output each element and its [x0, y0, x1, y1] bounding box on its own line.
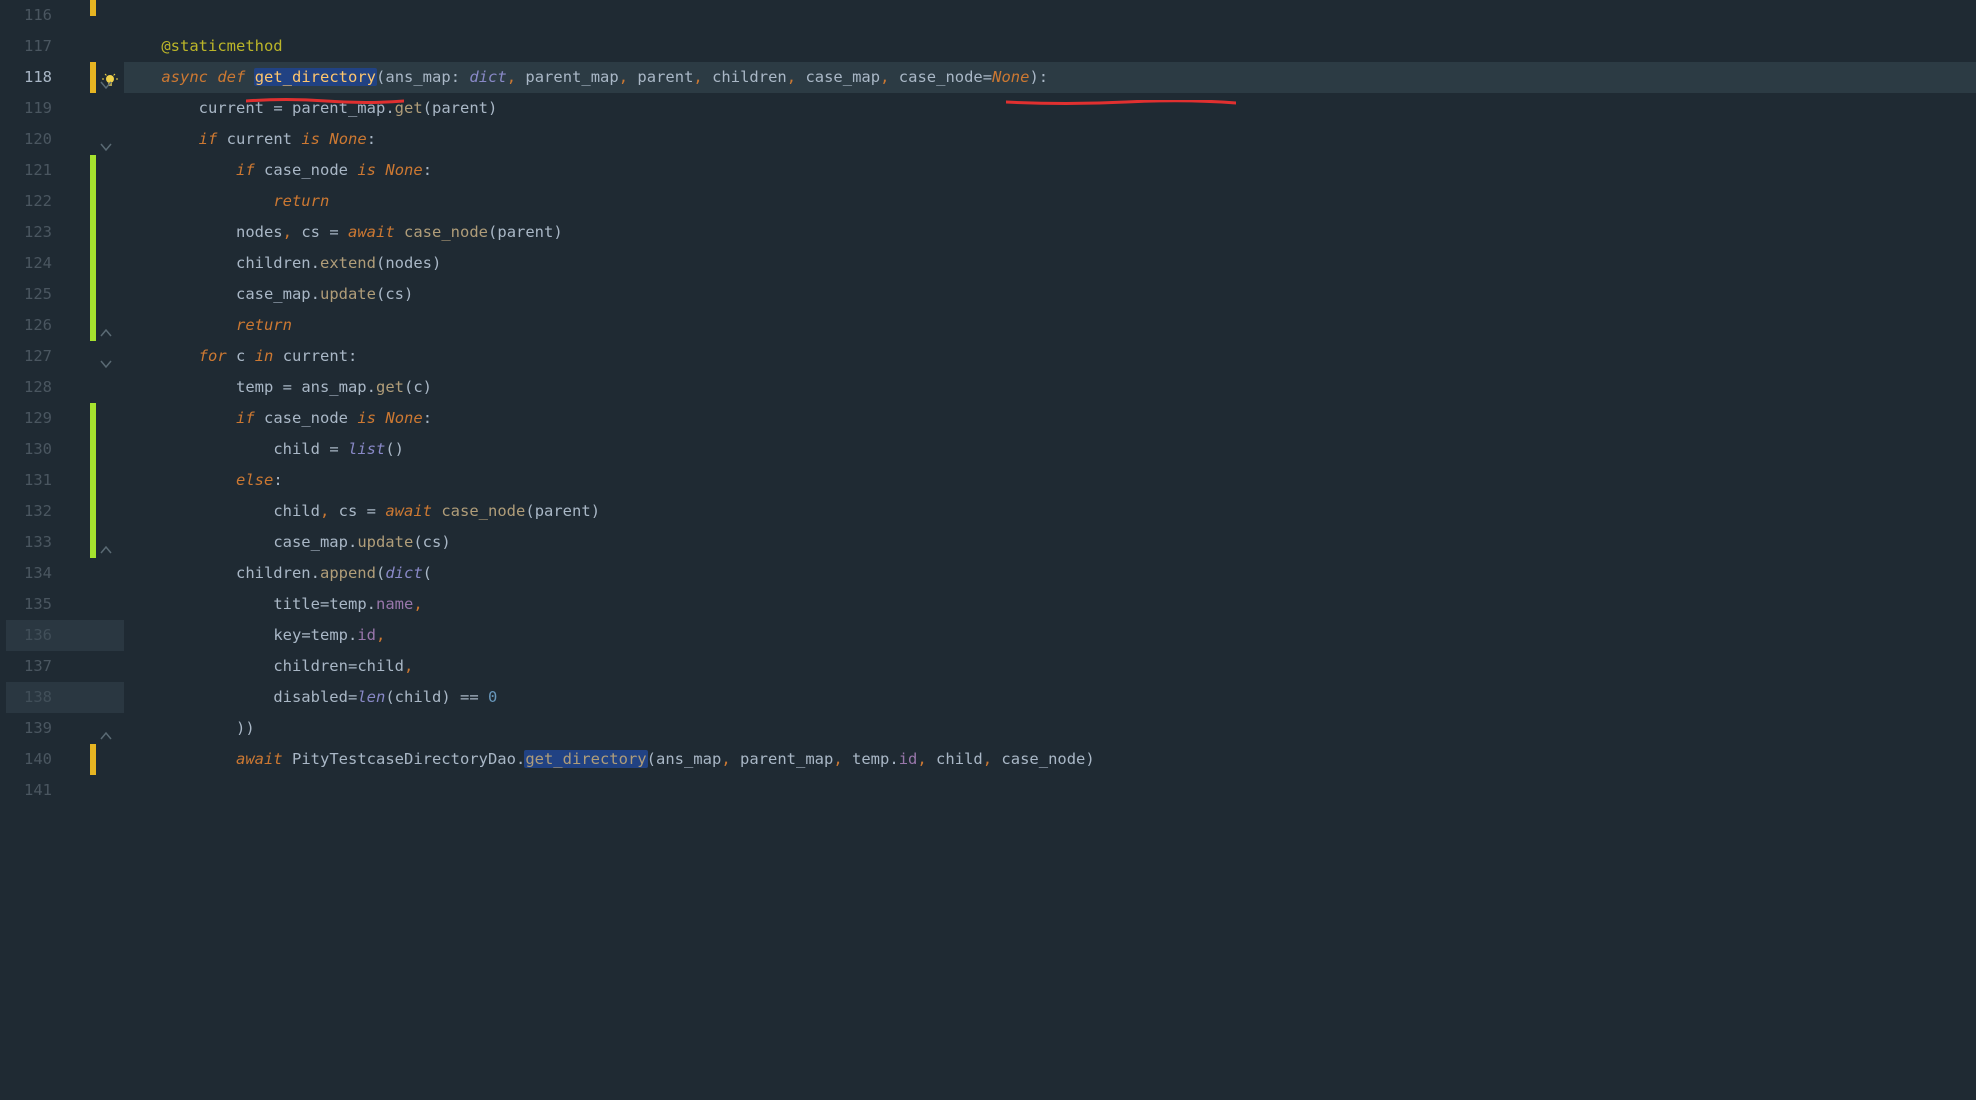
line-number[interactable]: 135 [0, 589, 52, 620]
line-number[interactable]: 117 [0, 31, 52, 62]
code-line[interactable]: @staticmethod [124, 31, 1976, 62]
code-line[interactable]: child, cs = await case_node(parent) [124, 496, 1976, 527]
code-line[interactable]: children=child, [124, 651, 1976, 682]
change-marker [90, 403, 96, 434]
change-marker [90, 155, 96, 186]
fold-up-icon[interactable] [100, 319, 112, 331]
code-line[interactable]: case_map.update(cs) [124, 279, 1976, 310]
line-number[interactable]: 141 [0, 775, 52, 806]
code-line[interactable]: for c in current: [124, 341, 1976, 372]
gutter: 116 117 118 119 120 121 122 123 124 125 … [0, 0, 118, 1100]
line-numbers: 116 117 118 119 120 121 122 123 124 125 … [0, 0, 62, 1100]
line-number[interactable]: 126 [0, 310, 52, 341]
line-highlight [6, 682, 124, 713]
line-number[interactable]: 137 [0, 651, 52, 682]
line-number[interactable]: 134 [0, 558, 52, 589]
fold-down-icon[interactable] [100, 350, 112, 362]
function-name: get_directory [254, 68, 377, 86]
code-line[interactable]: nodes, cs = await case_node(parent) [124, 217, 1976, 248]
code-line[interactable]: if case_node is None: [124, 155, 1976, 186]
code-area[interactable]: @staticmethod async def get_directory(an… [118, 0, 1976, 1100]
fold-up-icon[interactable] [100, 722, 112, 734]
code-line[interactable]: else: [124, 465, 1976, 496]
change-marker [90, 465, 96, 496]
line-number[interactable]: 122 [0, 186, 52, 217]
code-line[interactable]: temp = ans_map.get(c) [124, 372, 1976, 403]
gutter-markers [62, 0, 118, 1100]
change-marker [90, 248, 96, 279]
line-number[interactable]: 140 [0, 744, 52, 775]
fold-down-icon[interactable] [100, 71, 112, 83]
fold-down-icon[interactable] [100, 133, 112, 145]
code-line[interactable]: current = parent_map.get(parent) [124, 93, 1976, 124]
line-number[interactable]: 116 [0, 0, 52, 31]
change-marker [90, 744, 96, 775]
line-number[interactable]: 127 [0, 341, 52, 372]
code-editor: 116 117 118 119 120 121 122 123 124 125 … [0, 0, 1976, 1100]
code-line[interactable]: title=temp.name, [124, 589, 1976, 620]
line-number[interactable]: 118 [0, 62, 52, 93]
code-line[interactable]: child = list() [124, 434, 1976, 465]
change-marker [90, 279, 96, 310]
code-line[interactable]: if current is None: [124, 124, 1976, 155]
code-line[interactable]: return [124, 310, 1976, 341]
line-number[interactable]: 131 [0, 465, 52, 496]
line-number[interactable]: 125 [0, 279, 52, 310]
line-number[interactable]: 132 [0, 496, 52, 527]
change-marker [90, 496, 96, 527]
line-number[interactable]: 124 [0, 248, 52, 279]
line-number[interactable]: 121 [0, 155, 52, 186]
code-line[interactable]: children.append(dict( [124, 558, 1976, 589]
code-line[interactable]: await PityTestcaseDirectoryDao.get_direc… [124, 744, 1976, 775]
line-number[interactable]: 133 [0, 527, 52, 558]
code-line[interactable]: disabled=len(child) == 0 [124, 682, 1976, 713]
change-marker [90, 434, 96, 465]
code-line[interactable]: )) [124, 713, 1976, 744]
code-line[interactable]: case_map.update(cs) [124, 527, 1976, 558]
code-line[interactable]: if case_node is None: [124, 403, 1976, 434]
decorator: @staticmethod [161, 37, 282, 55]
code-line[interactable]: return [124, 186, 1976, 217]
code-line[interactable] [124, 775, 1976, 806]
line-number[interactable]: 130 [0, 434, 52, 465]
line-number[interactable]: 120 [0, 124, 52, 155]
change-marker [90, 0, 96, 16]
change-marker [90, 62, 96, 93]
change-marker [90, 217, 96, 248]
code-line[interactable] [124, 0, 1976, 31]
code-line[interactable]: async def get_directory(ans_map: dict, p… [124, 62, 1976, 93]
line-number[interactable]: 129 [0, 403, 52, 434]
line-highlight [6, 620, 124, 651]
change-marker [90, 186, 96, 217]
code-line[interactable]: children.extend(nodes) [124, 248, 1976, 279]
line-number[interactable]: 139 [0, 713, 52, 744]
code-line[interactable]: key=temp.id, [124, 620, 1976, 651]
line-number[interactable]: 119 [0, 93, 52, 124]
change-marker [90, 527, 96, 558]
fold-up-icon[interactable] [100, 536, 112, 548]
line-number[interactable]: 123 [0, 217, 52, 248]
function-call: get_directory [524, 750, 647, 768]
change-marker [90, 310, 96, 341]
line-number[interactable]: 128 [0, 372, 52, 403]
